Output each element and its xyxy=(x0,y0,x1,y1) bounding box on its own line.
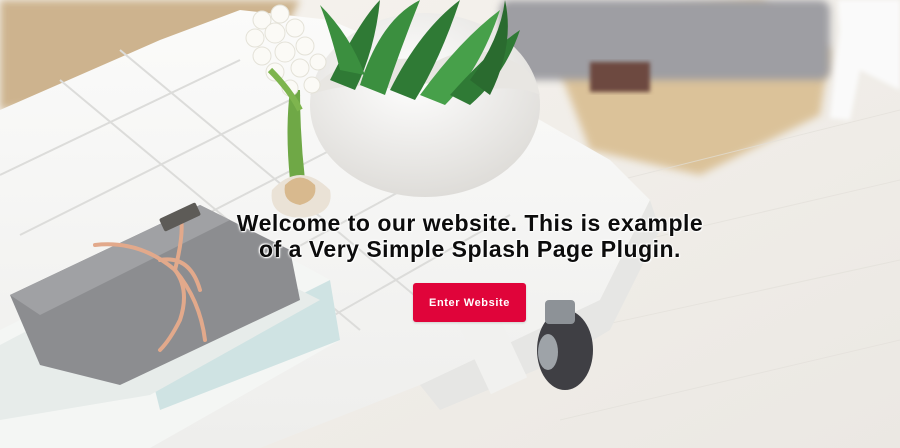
headline-line-2: of a Very Simple Splash Page Plugin. xyxy=(259,236,681,262)
enter-website-button[interactable]: Enter Website xyxy=(413,283,526,322)
splash-page: Welcome to our website. This is example … xyxy=(0,0,900,448)
headline-line-1: Welcome to our website. This is example xyxy=(236,210,704,236)
splash-headline: Welcome to our website. This is example … xyxy=(150,210,790,262)
